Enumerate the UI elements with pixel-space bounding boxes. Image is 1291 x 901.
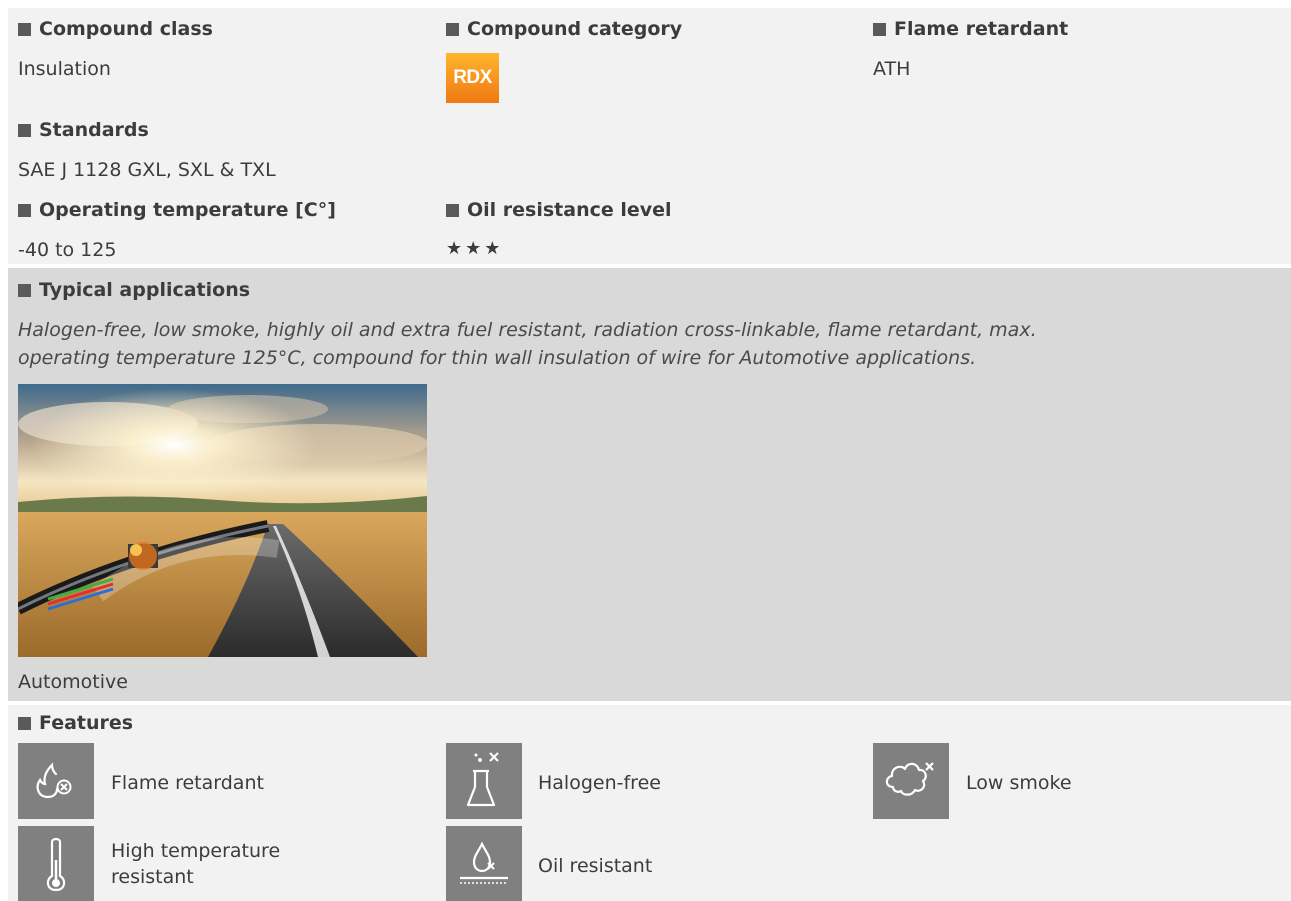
automotive-caption: Automotive bbox=[18, 671, 128, 693]
bullet-square-icon bbox=[18, 204, 31, 217]
typical-applications-description: Halogen-free, low smoke, highly oil and … bbox=[18, 319, 1037, 369]
bullet-square-icon bbox=[18, 124, 31, 137]
bullet-square-icon bbox=[18, 284, 31, 297]
halogen-free-icon bbox=[446, 743, 522, 819]
bullet-square-icon bbox=[18, 717, 31, 730]
rdx-badge: RDX bbox=[446, 53, 499, 103]
flame-retardant-value: ATH bbox=[873, 58, 911, 80]
feature-label-low-smoke: Low smoke bbox=[966, 772, 1072, 794]
compound-datasheet: Compound class Insulation Compound categ… bbox=[0, 0, 1291, 901]
oil-resistant-icon bbox=[446, 826, 522, 901]
feature-label-high-temperature: High temperature resistant bbox=[111, 840, 281, 888]
automotive-image bbox=[18, 384, 427, 657]
features-heading: Features bbox=[18, 712, 133, 734]
oil-resistance-heading: Oil resistance level bbox=[446, 199, 672, 221]
operating-temperature-value: -40 to 125 bbox=[18, 239, 117, 261]
bullet-square-icon bbox=[446, 204, 459, 217]
feature-label-flame-retardant: Flame retardant bbox=[111, 772, 264, 794]
compound-category-heading: Compound category bbox=[446, 18, 682, 40]
typical-applications-heading: Typical applications bbox=[18, 279, 250, 301]
feature-label-oil-resistant: Oil resistant bbox=[538, 855, 653, 877]
flame-retardant-icon bbox=[18, 743, 94, 819]
compound-class-heading: Compound class bbox=[18, 18, 213, 40]
compound-class-value: Insulation bbox=[18, 58, 111, 80]
oil-resistance-stars: ★★★ bbox=[446, 238, 504, 259]
high-temperature-icon bbox=[18, 826, 94, 901]
bullet-square-icon bbox=[18, 23, 31, 36]
standards-value: SAE J 1128 GXL, SXL & TXL bbox=[18, 159, 276, 181]
bullet-square-icon bbox=[446, 23, 459, 36]
bullet-square-icon bbox=[873, 23, 886, 36]
standards-heading: Standards bbox=[18, 119, 149, 141]
low-smoke-icon bbox=[873, 743, 949, 819]
properties-section bbox=[8, 8, 1291, 264]
flame-retardant-heading: Flame retardant bbox=[873, 18, 1068, 40]
operating-temperature-heading: Operating temperature [C°] bbox=[18, 199, 336, 221]
feature-label-halogen-free: Halogen-free bbox=[538, 772, 661, 794]
